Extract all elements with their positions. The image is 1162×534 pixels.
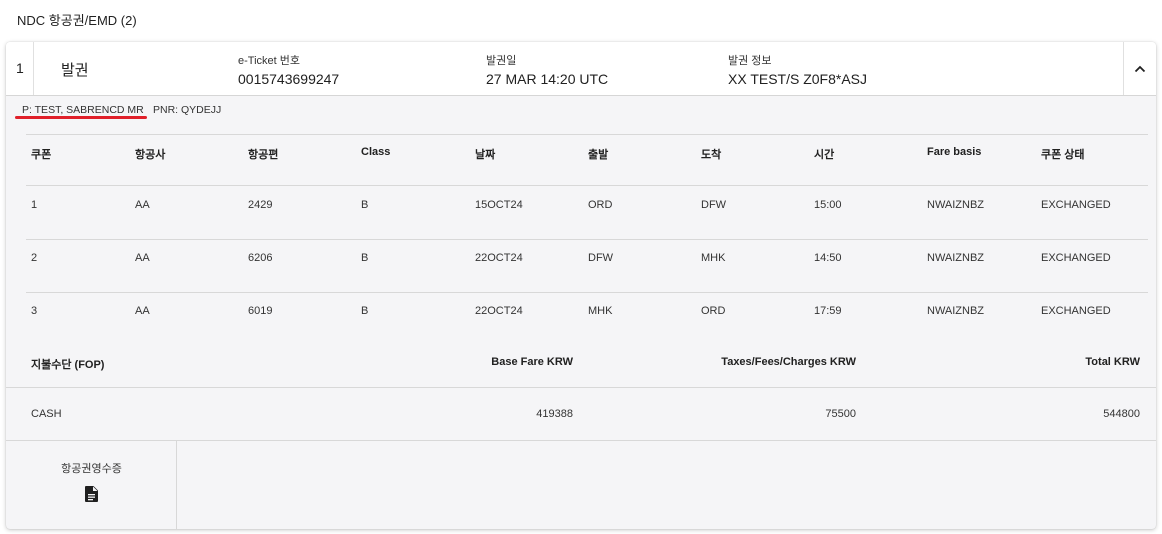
cell-coupon-status: EXCHANGED [1041, 305, 1111, 317]
fop-value: CASH [31, 408, 62, 420]
base-fare-label: Base Fare KRW [491, 356, 573, 368]
cell-fare-basis: NWAIZNBZ [927, 199, 985, 211]
cell-arrival: DFW [701, 199, 727, 211]
ticket-status: 발권 [61, 62, 89, 79]
col-header-class: Class [361, 146, 391, 158]
base-fare-value: 419388 [536, 408, 573, 420]
ticket-index: 1 [6, 42, 34, 95]
fop-label: 지불수단 (FOP) [31, 359, 105, 371]
taxes-value: 75500 [825, 408, 856, 420]
col-header-coupon: 쿠폰 [31, 149, 52, 161]
col-header-fare-basis: Fare basis [927, 146, 982, 158]
cell-class: B [361, 252, 369, 264]
cell-time: 14:50 [814, 252, 842, 264]
eticket-value: 0015743699247 [238, 71, 340, 87]
ticket-receipt: 항공권영수증 [6, 441, 177, 529]
document-icon [85, 486, 98, 502]
cell-fare-basis: NWAIZNBZ [927, 252, 985, 264]
col-header-departure: 출발 [588, 149, 609, 161]
eticket-field: e-Ticket 번호 0015743699247 [238, 52, 339, 87]
divider [26, 239, 1148, 240]
col-header-coupon-status: 쿠폰 상태 [1041, 149, 1085, 161]
receipt-label: 항공권영수증 [61, 463, 122, 475]
col-header-arrival: 도착 [701, 149, 722, 161]
issue-info-label: 발권 정보 [728, 55, 772, 67]
cell-departure: DFW [588, 252, 614, 264]
collapse-toggle-button[interactable] [1123, 42, 1156, 95]
cell-coupon: 2 [31, 252, 38, 264]
cell-airline: AA [135, 305, 150, 317]
total-value: 544800 [1103, 408, 1140, 420]
col-header-date: 날짜 [475, 149, 496, 161]
cell-arrival: MHK [701, 252, 726, 264]
cell-arrival: ORD [701, 305, 726, 317]
section-title: NDC 항공권/EMD (2) [17, 13, 137, 28]
col-header-airline: 항공사 [135, 149, 166, 161]
cell-date: 15OCT24 [475, 199, 523, 211]
issue-info-field: 발권 정보 XX TEST/S Z0F8*ASJ [728, 52, 867, 87]
issue-date-field: 발권일 27 MAR 14:20 UTC [486, 52, 608, 87]
taxes-label: Taxes/Fees/Charges KRW [721, 356, 856, 368]
divider [26, 134, 1148, 135]
passenger-highlight-underline [15, 116, 147, 119]
receipt-document-button[interactable] [85, 486, 98, 507]
eticket-label: e-Ticket 번호 [238, 55, 301, 67]
issue-info-value: XX TEST/S Z0F8*ASJ [728, 71, 868, 87]
cell-flight: 2429 [248, 199, 273, 211]
cell-class: B [361, 305, 369, 317]
cell-coupon: 1 [31, 199, 38, 211]
cell-date: 22OCT24 [475, 305, 523, 317]
cell-coupon-status: EXCHANGED [1041, 252, 1111, 264]
chevron-up-icon [1134, 65, 1146, 72]
cell-airline: AA [135, 252, 150, 264]
cell-coupon-status: EXCHANGED [1041, 199, 1111, 211]
issue-date-label: 발권일 [486, 55, 517, 67]
total-label: Total KRW [1085, 356, 1140, 368]
ticket-header[interactable]: 1 발권 e-Ticket 번호 0015743699247 발권일 27 MA… [6, 42, 1156, 96]
divider [26, 185, 1148, 186]
cell-flight: 6019 [248, 305, 273, 317]
passenger-name: P: TEST, SABRENCD MR [22, 104, 144, 116]
divider [6, 440, 1156, 441]
col-header-flight: 항공편 [248, 149, 279, 161]
cell-airline: AA [135, 199, 150, 211]
cell-time: 17:59 [814, 305, 842, 317]
cell-date: 22OCT24 [475, 252, 523, 264]
divider [6, 387, 1156, 388]
cell-coupon: 3 [31, 305, 38, 317]
cell-flight: 6206 [248, 252, 273, 264]
cell-departure: MHK [588, 305, 613, 317]
col-header-time: 시간 [814, 149, 835, 161]
divider [26, 292, 1148, 293]
issue-date-value: 27 MAR 14:20 UTC [486, 71, 609, 87]
cell-class: B [361, 199, 369, 211]
ticket-card: 1 발권 e-Ticket 번호 0015743699247 발권일 27 MA… [6, 42, 1156, 529]
cell-time: 15:00 [814, 199, 842, 211]
cell-departure: ORD [588, 199, 613, 211]
cell-fare-basis: NWAIZNBZ [927, 305, 985, 317]
pnr-locator: PNR: QYDEJJ [153, 104, 222, 116]
